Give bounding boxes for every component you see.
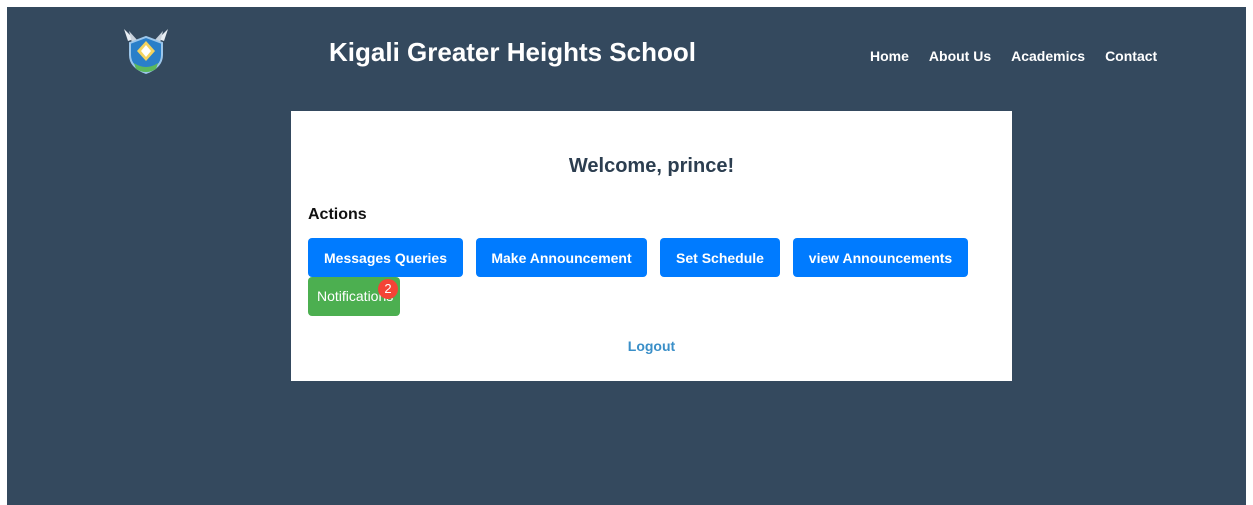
school-crest-icon[interactable] [120, 23, 172, 79]
nav-academics[interactable]: Academics [1011, 47, 1085, 65]
view-announcements-button[interactable]: view Announcements [793, 238, 968, 277]
notification-count-badge: 2 [378, 279, 398, 299]
dashboard-card: Welcome, prince! Actions Messages Querie… [291, 111, 1012, 381]
welcome-heading: Welcome, prince! [568, 155, 735, 177]
logout-link[interactable]: Logout [291, 337, 1012, 355]
nav-about-us[interactable]: About Us [929, 47, 991, 65]
set-schedule-button[interactable]: Set Schedule [660, 238, 780, 277]
make-announcement-button[interactable]: Make Announcement [476, 238, 647, 277]
main-nav: Home About Us Academics Contact [870, 47, 1157, 65]
nav-home[interactable]: Home [870, 47, 909, 65]
actions-heading: Actions [308, 206, 367, 223]
messages-queries-button[interactable]: Messages Queries [308, 238, 463, 277]
nav-contact[interactable]: Contact [1105, 47, 1157, 65]
school-name: Kigali Greater Heights School [329, 37, 696, 67]
page-background: Kigali Greater Heights School Home About… [7, 7, 1246, 505]
